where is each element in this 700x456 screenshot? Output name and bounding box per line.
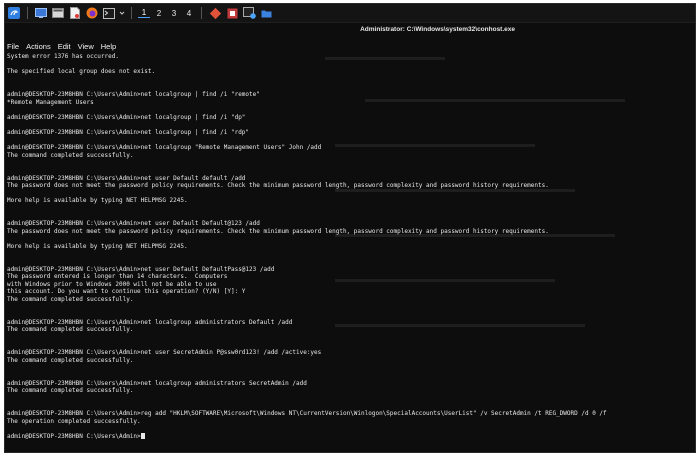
menu-help[interactable]: Help — [101, 40, 116, 53]
terminal-line: admin@DESKTOP-23M8HBN C:\Users\Admin>net… — [7, 318, 293, 326]
terminal-line: More help is available by typing NET HEL… — [7, 197, 188, 205]
terminal-line: admin@DESKTOP-23M8HBN C:\Users\Admin>net… — [7, 349, 322, 357]
terminal-line: The password does not meet the password … — [7, 182, 549, 190]
folder-icon[interactable] — [259, 7, 273, 20]
terminal-prompt: admin@DESKTOP-23M8HBN C:\Users\Admin> — [7, 432, 141, 440]
screenshot-frame: 1 2 3 4 Administrator: C:\Windows\system… — [4, 3, 696, 453]
terminal-line: this account. Do you want to continue th… — [7, 288, 246, 296]
taskbar-separator — [131, 7, 132, 19]
terminal-line: The password does not meet the password … — [7, 227, 549, 235]
terminal-line: admin@DESKTOP-23M8HBN C:\Users\Admin>net… — [7, 90, 260, 98]
terminal-line: System error 1376 has occurred. — [7, 53, 119, 60]
files-icon[interactable] — [51, 7, 65, 20]
menu-file[interactable]: File — [7, 40, 19, 53]
recorder-icon[interactable] — [225, 7, 239, 20]
terminal-line: with Windows prior to Windows 2000 will … — [7, 280, 217, 288]
menu-view[interactable]: View — [78, 40, 94, 53]
window-title: Administrator: C:\Windows\system32\conho… — [360, 26, 515, 33]
terminal-line: admin@DESKTOP-23M8HBN C:\Users\Admin>net… — [7, 174, 246, 182]
taskbar-separator — [201, 7, 202, 19]
terminal-line: The command completed successfully. — [7, 151, 134, 159]
terminal-line: admin@DESKTOP-23M8HBN C:\Users\Admin>net… — [7, 220, 260, 228]
terminal-line: The operation completed successfully. — [7, 417, 141, 425]
terminal-line: admin@DESKTOP-23M8HBN C:\Users\Admin>net… — [7, 265, 275, 273]
terminal-output[interactable]: System error 1376 has occurred. The speci… — [7, 53, 693, 450]
document-icon[interactable] — [68, 7, 82, 20]
terminal-icon[interactable] — [102, 7, 116, 20]
terminal-line: admin@DESKTOP-23M8HBN C:\Users\Admin>net… — [7, 113, 246, 121]
chevron-down-icon[interactable] — [119, 7, 125, 20]
taskbar: 1 2 3 4 — [5, 4, 695, 23]
terminal-line: The specified local group does not exist… — [7, 68, 156, 76]
desktop-icon[interactable] — [34, 7, 48, 20]
terminal-line: The command completed successfully. — [7, 356, 134, 364]
conhost-icon[interactable] — [242, 7, 256, 20]
terminal-line: The password entered is longer than 14 c… — [7, 273, 228, 281]
firefox-icon[interactable] — [85, 7, 99, 20]
terminal-line: The command completed successfully. — [7, 387, 134, 395]
workspace-4[interactable]: 4 — [183, 9, 195, 18]
kali-menu-icon[interactable] — [7, 7, 21, 20]
workspace-1[interactable]: 1 — [138, 8, 150, 18]
menubar: File Actions Edit View Help — [5, 40, 116, 53]
text-cursor — [140, 432, 145, 439]
workspace-3[interactable]: 3 — [168, 9, 180, 18]
terminal-prompt-line[interactable]: admin@DESKTOP-23M8HBN C:\Users\Admin> — [7, 432, 693, 441]
terminal-line: admin@DESKTOP-23M8HBN C:\Users\Admin>net… — [7, 379, 307, 387]
menu-edit[interactable]: Edit — [58, 40, 71, 53]
terminal-line: admin@DESKTOP-23M8HBN C:\Users\Admin>net… — [7, 144, 322, 152]
terminal-line: The command completed successfully. — [7, 326, 134, 334]
terminal-line: More help is available by typing NET HEL… — [7, 242, 188, 250]
git-icon[interactable] — [208, 7, 222, 20]
terminal-line: admin@DESKTOP-23M8HBN C:\Users\Admin>net… — [7, 128, 250, 136]
menu-actions[interactable]: Actions — [26, 40, 51, 53]
workspace-2[interactable]: 2 — [153, 9, 165, 18]
terminal-line: The command completed successfully. — [7, 296, 134, 303]
terminal-line: admin@DESKTOP-23M8HBN C:\Users\Admin>reg… — [7, 409, 607, 417]
terminal-line: *Remote Management Users — [7, 98, 94, 106]
taskbar-separator — [27, 7, 28, 19]
